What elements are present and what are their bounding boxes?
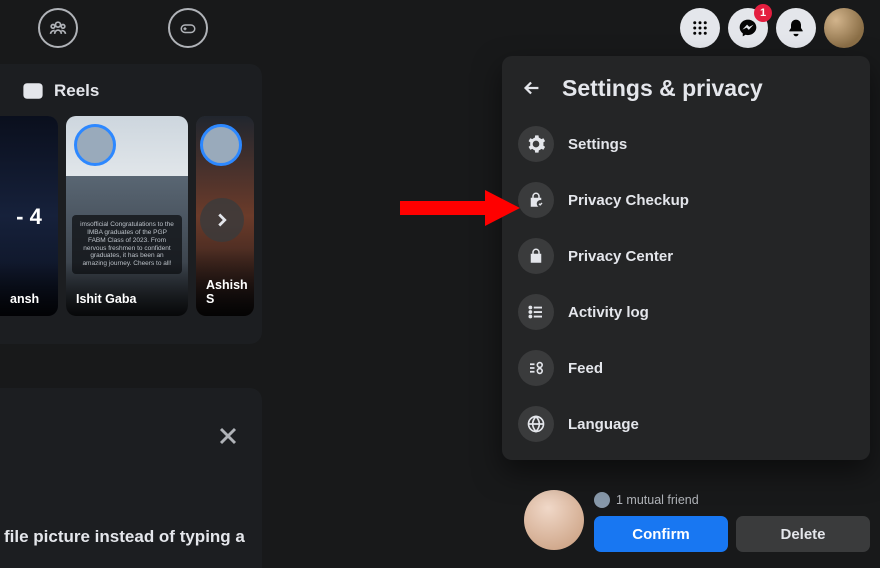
reel-card[interactable]: - 4 ansh: [0, 116, 58, 316]
friend-avatar[interactable]: [524, 490, 584, 550]
groups-icon[interactable]: [38, 8, 78, 48]
topbar: 1: [0, 0, 880, 56]
reel-caption: Ashish S: [196, 248, 254, 316]
menu-item-label: Privacy Center: [568, 248, 673, 265]
reels-panel: Reels - 4 ansh imsofficial Congratulatio…: [0, 64, 262, 344]
reels-icon: [22, 80, 44, 102]
menu-item-feed[interactable]: Feed: [510, 340, 862, 396]
mutual-friends: 1 mutual friend: [594, 492, 870, 508]
list-icon: [518, 294, 554, 330]
gear-icon: [518, 126, 554, 162]
menu-item-language[interactable]: Language: [510, 396, 862, 452]
top-right-nav: 1: [680, 8, 864, 48]
friend-request: 1 mutual friend Confirm Delete: [518, 502, 870, 552]
menu-item-label: Feed: [568, 360, 603, 377]
reels-next-button[interactable]: [200, 198, 244, 242]
notifications-button[interactable]: [776, 8, 816, 48]
mutual-friends-label: 1 mutual friend: [616, 493, 699, 507]
delete-button[interactable]: Delete: [736, 516, 870, 552]
dropdown-header: Settings & privacy: [510, 64, 862, 116]
lock-check-icon: [518, 182, 554, 218]
reel-author-avatar: [200, 124, 242, 166]
top-left-nav: [38, 8, 208, 48]
menu-item-label: Settings: [568, 136, 627, 153]
reel-author-avatar: [74, 124, 116, 166]
confirm-button[interactable]: Confirm: [594, 516, 728, 552]
settings-privacy-dropdown: Settings & privacy Settings Privacy Chec…: [502, 56, 870, 460]
close-button[interactable]: [214, 422, 242, 450]
notification-badge: 1: [754, 4, 772, 22]
globe-icon: [518, 406, 554, 442]
feed-icon: [518, 350, 554, 386]
reel-caption: ansh: [0, 262, 58, 316]
reel-caption: Ishit Gaba: [66, 262, 188, 316]
messenger-button[interactable]: 1: [728, 8, 768, 48]
reel-score: - 4: [0, 204, 58, 230]
account-avatar[interactable]: [824, 8, 864, 48]
menu-item-privacy-center[interactable]: Privacy Center: [510, 228, 862, 284]
reels-row: - 4 ansh imsofficial Congratulations to …: [0, 116, 262, 332]
gaming-icon[interactable]: [168, 8, 208, 48]
main: Reels - 4 ansh imsofficial Congratulatio…: [0, 56, 880, 550]
back-button[interactable]: [516, 72, 548, 104]
menu-item-settings[interactable]: Settings: [510, 116, 862, 172]
mutual-avatar: [594, 492, 610, 508]
menu-item-privacy-checkup[interactable]: Privacy Checkup: [510, 172, 862, 228]
reel-card[interactable]: imsofficial Congratulations to the IMBA …: [66, 116, 188, 316]
menu-item-label: Privacy Checkup: [568, 192, 689, 209]
reels-title: Reels: [54, 81, 99, 101]
reels-header[interactable]: Reels: [0, 80, 262, 116]
menu-item-label: Language: [568, 416, 639, 433]
menu-item-activity-log[interactable]: Activity log: [510, 284, 862, 340]
lock-icon: [518, 238, 554, 274]
menu-item-label: Activity log: [568, 304, 649, 321]
cutoff-text: file picture instead of typing a: [4, 527, 245, 547]
menu-grid-button[interactable]: [680, 8, 720, 48]
dropdown-title: Settings & privacy: [562, 75, 763, 102]
